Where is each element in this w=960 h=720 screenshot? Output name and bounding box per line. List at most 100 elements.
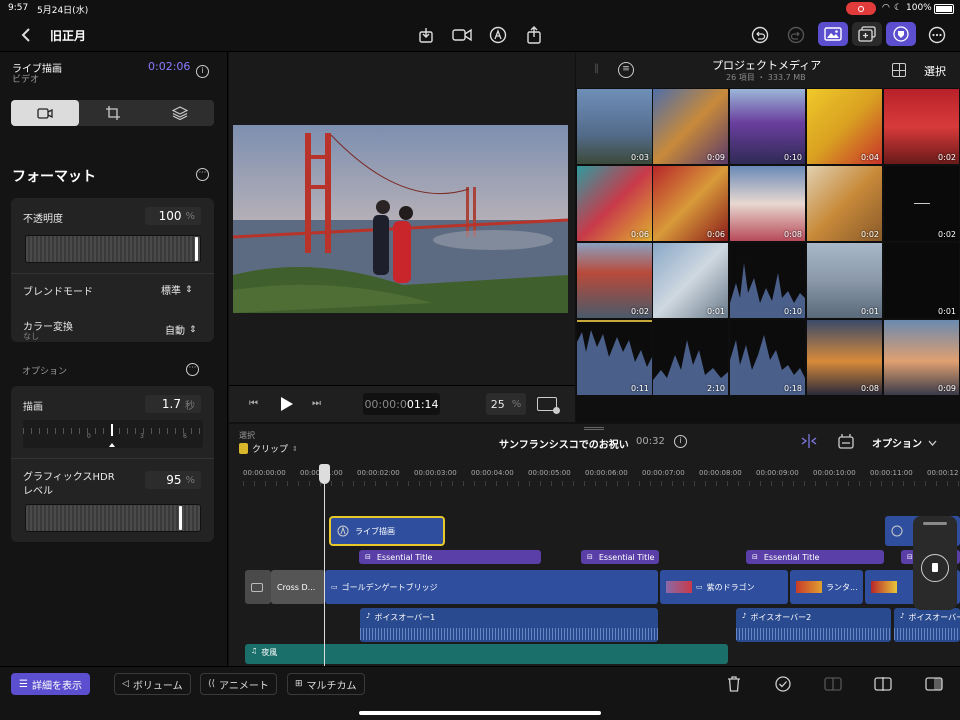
home-indicator[interactable] xyxy=(359,711,601,715)
jog-control[interactable] xyxy=(913,516,957,610)
animate-button[interactable]: ⟨⟨ アニメート xyxy=(200,673,277,695)
video-clip[interactable]: ▭ 紫のドラゴン xyxy=(660,570,788,604)
media-thumbnail[interactable]: 0:11 xyxy=(577,320,652,395)
media-thumbnail[interactable]: 0:01 xyxy=(884,243,959,318)
checkmark-circle-icon[interactable] xyxy=(775,676,791,692)
jog-wheel-icon[interactable] xyxy=(921,554,949,582)
zoom-field[interactable]: 25% xyxy=(486,393,526,415)
skip-back-icon[interactable]: ⏮ xyxy=(249,398,258,409)
back-button[interactable] xyxy=(12,21,40,49)
media-browser-toggle[interactable] xyxy=(818,22,848,46)
media-thumbnail[interactable]: 2:10 xyxy=(653,320,728,395)
filter-icon[interactable]: ≡ xyxy=(618,62,634,78)
timeline-ruler[interactable]: 00:00:00:00 00:00:01:00 00:00:02:00 00:0… xyxy=(243,466,960,486)
media-thumbnail[interactable]: 0:09 xyxy=(884,320,959,395)
clip-label: 夜風 xyxy=(261,648,278,657)
color-conversion-card[interactable]: カラー変換 なし 自動 ⇕ xyxy=(11,314,214,342)
snap-icon[interactable] xyxy=(800,434,818,448)
import-button[interactable] xyxy=(412,21,440,49)
drag-handle-icon[interactable]: ‖ xyxy=(594,63,599,74)
show-details-button[interactable]: ☰ 詳細を表示 xyxy=(11,673,90,695)
blend-mode-select[interactable]: 標準 ⇕ xyxy=(161,282,193,298)
hdr-slider-handle[interactable] xyxy=(179,506,182,530)
media-thumbnail[interactable]: 0:10 xyxy=(730,89,805,164)
hdr-slider[interactable] xyxy=(25,504,201,532)
media-thumbnail[interactable]: 0:02 xyxy=(884,89,959,164)
title-clip[interactable]: ⊟ Essential Title xyxy=(581,550,659,564)
clip-duration: 0:01 xyxy=(707,307,725,316)
media-thumbnail[interactable]: 0:01 xyxy=(807,243,882,318)
media-thumbnail[interactable]: 0:09 xyxy=(653,89,728,164)
gap-clip[interactable] xyxy=(245,570,271,604)
format-more-icon[interactable]: ··· xyxy=(196,168,209,181)
title-clip[interactable]: ⊟ Essential Title xyxy=(359,550,541,564)
video-clip[interactable]: ランタ... xyxy=(790,570,863,604)
tab-effects[interactable] xyxy=(146,100,214,126)
media-thumbnail[interactable]: 0:02 xyxy=(577,243,652,318)
clip-icon xyxy=(251,582,263,592)
media-thumbnail[interactable]: 0:06 xyxy=(577,166,652,241)
playhead-handle[interactable] xyxy=(319,464,330,484)
tab-transform[interactable] xyxy=(79,100,146,126)
media-thumbnail[interactable]: 0:02 xyxy=(807,166,882,241)
info-icon[interactable]: i xyxy=(674,435,687,448)
project-title: 旧正月 xyxy=(50,29,87,43)
undo-button[interactable] xyxy=(746,21,774,49)
media-thumbnail[interactable]: 0:06 xyxy=(653,166,728,241)
media-thumbnail[interactable]: 0:03 xyxy=(577,89,652,164)
live-drawing-clip[interactable]: ライブ描画 xyxy=(329,516,445,546)
trash-icon[interactable] xyxy=(727,676,741,692)
color-conversion-select[interactable]: 自動 ⇕ xyxy=(165,322,197,338)
trim-icon[interactable] xyxy=(925,677,943,691)
clip-view-icon[interactable] xyxy=(838,434,854,449)
tab-video[interactable] xyxy=(11,100,79,126)
skip-forward-icon[interactable]: ⏭ xyxy=(312,398,321,409)
detach-icon[interactable] xyxy=(824,677,842,691)
hdr-value-field[interactable]: 95% xyxy=(145,471,201,489)
share-button[interactable] xyxy=(520,21,548,49)
media-thumbnail[interactable]: 0:02 xyxy=(884,166,959,241)
media-thumbnail[interactable]: 0:18 xyxy=(730,320,805,395)
media-thumbnail[interactable]: 0:01 xyxy=(653,243,728,318)
audio-clip[interactable]: ♪ ボイスオーバー2 xyxy=(736,608,891,642)
info-icon[interactable]: i xyxy=(196,65,209,78)
audio-clip[interactable]: ♪ ボイスオーバー1 xyxy=(360,608,658,642)
volume-button[interactable]: ◁ ボリューム xyxy=(114,673,191,695)
split-icon[interactable] xyxy=(874,677,892,691)
redo-button[interactable] xyxy=(782,21,810,49)
timecode-display[interactable]: 00:00:0 01:14 xyxy=(363,393,440,415)
draw-speed-scrubber[interactable]: 0 3 6 xyxy=(23,420,203,448)
music-clip[interactable]: ♫ 夜風 xyxy=(245,644,728,664)
media-thumbnail[interactable]: 0:08 xyxy=(730,166,805,241)
video-clip[interactable]: ▭ ゴールデンゲートブリッジ xyxy=(325,570,658,604)
scrubber-indicator[interactable] xyxy=(111,424,113,436)
more-button[interactable] xyxy=(923,21,951,49)
grid-view-icon[interactable] xyxy=(892,63,906,77)
ruler-label: 00:00:12 xyxy=(927,469,959,477)
multicam-button[interactable]: ⊞ マルチカム xyxy=(287,673,365,695)
live-drawing-button[interactable] xyxy=(484,21,512,49)
transition-clip[interactable]: Cross D... xyxy=(271,570,325,604)
inspector-toggle[interactable] xyxy=(886,22,916,46)
timeline-options-button[interactable]: オプション xyxy=(872,435,937,450)
media-thumbnail[interactable]: 0:10 xyxy=(730,243,805,318)
draw-value-field[interactable]: 1.7 秒 xyxy=(145,395,201,413)
add-media-toggle[interactable] xyxy=(852,22,882,46)
play-icon[interactable] xyxy=(280,396,294,412)
playhead[interactable] xyxy=(324,464,325,666)
draw-unit: 秒 xyxy=(185,400,195,412)
media-thumbnail[interactable]: 0:08 xyxy=(807,320,882,395)
camera-button[interactable] xyxy=(448,21,476,49)
timeline-drag-handle[interactable] xyxy=(584,427,604,430)
opacity-slider-handle[interactable] xyxy=(195,237,198,261)
title-clip[interactable]: ⊟ Essential Title xyxy=(746,550,884,564)
opacity-value-field[interactable]: 100% xyxy=(145,207,201,225)
media-thumbnail[interactable]: 0:04 xyxy=(807,89,882,164)
fullscreen-icon[interactable] xyxy=(537,397,560,414)
select-button[interactable]: 選択 xyxy=(924,63,946,79)
opacity-slider[interactable] xyxy=(25,235,201,263)
select-mode-dropdown[interactable]: クリップ ⇕ xyxy=(239,442,298,455)
options-more-icon[interactable]: ··· xyxy=(186,363,199,376)
audio-clip[interactable]: ♪ ボイスオーバー xyxy=(894,608,960,642)
drag-handle[interactable] xyxy=(923,522,947,525)
